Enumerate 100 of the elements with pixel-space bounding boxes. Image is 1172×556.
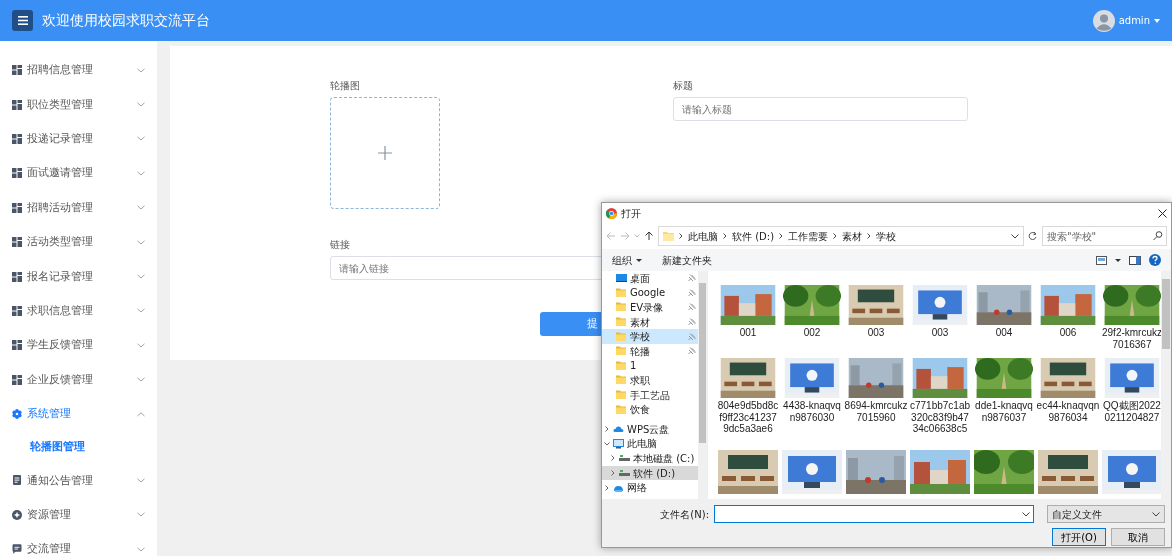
nav-item[interactable]: 此电脑 (602, 436, 698, 452)
folder-icon (616, 287, 627, 298)
file-name[interactable]: dde1-knaqvqn9876037 (972, 400, 1036, 423)
file-name[interactable]: ec44-knaqvqn9876034 (1036, 400, 1100, 423)
sidebar-item[interactable]: 资源管理 (0, 497, 157, 533)
chevron-right-icon[interactable] (610, 455, 616, 462)
nav-item[interactable]: 1 (602, 358, 698, 374)
search-icon (1153, 231, 1163, 241)
chevron-down-icon[interactable] (604, 440, 610, 447)
nav-item[interactable]: 网络 (602, 480, 698, 495)
sidebar-item[interactable]: 面试邀请管理 (0, 156, 157, 191)
chevron-right-icon (679, 233, 683, 239)
nav-item-label: 求职 (630, 373, 650, 388)
grid-icon (12, 305, 22, 316)
sidebar-item[interactable]: 报名记录管理 (0, 259, 157, 294)
chevron-right-icon (833, 233, 838, 239)
chevron-right-icon[interactable] (604, 426, 610, 433)
file-name[interactable]: 002 (780, 327, 844, 339)
dropdown-icon (1152, 511, 1160, 517)
view-icon[interactable] (1096, 255, 1107, 265)
sidebar-item[interactable]: 系统管理 (0, 396, 157, 432)
file-name[interactable]: 804e9d5bd8cf9ff23c412379dc5a3ae6 (716, 400, 780, 435)
nav-item[interactable]: 饮食 (602, 402, 698, 417)
breadcrumb-item[interactable]: 软件 (D:) (732, 228, 775, 244)
file-name-field[interactable] (714, 505, 1034, 523)
folder-icon (616, 404, 627, 415)
breadcrumb-item[interactable]: 工作需要 (788, 228, 829, 244)
nav-item[interactable]: 本地磁盘 (C:) (602, 451, 698, 466)
folder-icon (616, 360, 627, 371)
sidebar-item[interactable]: 职位类型管理 (0, 87, 157, 122)
file-type-select[interactable]: 自定义文件 (1047, 505, 1165, 523)
address-bar[interactable]: 此电脑 软件 (D:) 工作需要 素材 学校 (658, 226, 1024, 246)
file-name[interactable]: 006 (1036, 327, 1100, 339)
text-input[interactable]: 请输入标题 (673, 97, 968, 121)
file-name[interactable]: 29f2-kmrcukz7016367 (1100, 327, 1161, 350)
app-title: 欢迎使用校园求职交流平台 (42, 11, 210, 30)
file-name[interactable]: 003 (908, 327, 972, 339)
plus-icon (378, 146, 392, 160)
file-name[interactable]: 8694-kmrcukz7015960 (844, 400, 908, 423)
grid-icon (12, 168, 22, 179)
file-name[interactable]: QQ截图20220211204827 (1100, 400, 1161, 423)
breadcrumb-item[interactable]: 此电脑 (688, 228, 718, 244)
grid-icon (12, 99, 22, 110)
nav-item-label: 1 (630, 359, 637, 374)
chevron-right-icon (779, 233, 784, 239)
nav-item[interactable]: Google (602, 285, 698, 301)
preview-pane-icon[interactable] (1129, 255, 1141, 265)
chevron-right-icon[interactable] (604, 484, 610, 491)
cloud-icon (613, 424, 624, 435)
file-name[interactable]: 003 (844, 327, 908, 339)
file-name[interactable]: 001 (716, 327, 780, 339)
sidebar-item[interactable]: 通知公告管理 (0, 463, 157, 498)
dialog-title: 打开 (621, 206, 641, 221)
chevron-down-icon (137, 136, 145, 142)
nav-item-label: EV录像 (630, 301, 664, 315)
grid-icon (12, 65, 22, 76)
sidebar-item[interactable]: 交流管理 (0, 532, 157, 556)
sidebar-item[interactable]: 求职信息管理 (0, 293, 157, 329)
cancel-button[interactable]: 取消 (1111, 528, 1165, 546)
sidebar-item[interactable]: 学生反馈管理 (0, 328, 157, 363)
search-field[interactable]: 搜索"学校" (1042, 226, 1167, 246)
open-button[interactable]: 打开(O) (1052, 528, 1106, 546)
refresh-icon[interactable] (1028, 231, 1038, 241)
drive-icon (619, 468, 630, 478)
chevron-down-icon (137, 205, 145, 211)
chevron-down-icon (137, 67, 145, 73)
scrollbar[interactable] (698, 271, 707, 499)
chevron-down-icon (137, 377, 145, 383)
nav-item[interactable]: 软件 (D:) (602, 465, 698, 481)
sidebar-item[interactable]: 企业反馈管理 (0, 362, 157, 397)
nav-item[interactable]: WPS云盘 (602, 421, 698, 437)
gear-icon (12, 409, 22, 420)
file-name[interactable]: 004 (972, 327, 1036, 339)
sidebar-item[interactable]: 招聘信息管理 (0, 53, 157, 88)
sidebar-item[interactable]: 活动类型管理 (0, 224, 157, 260)
nav-item[interactable]: 轮播 (602, 343, 698, 359)
caret-icon[interactable] (1115, 258, 1121, 262)
file-name[interactable]: c771bb7c1ab320c83f9b4734c06638c5 (908, 400, 972, 435)
close-icon[interactable] (1158, 208, 1167, 218)
file-name[interactable]: 4438-knaqvqn9876030 (780, 400, 844, 423)
dropdown-icon[interactable] (1011, 233, 1019, 239)
nav-item[interactable]: 求职 (602, 373, 698, 388)
nav-item-label: 轮播 (630, 344, 650, 359)
nav-item[interactable]: EV录像 (602, 300, 698, 315)
breadcrumb-item[interactable]: 学校 (876, 228, 897, 244)
nav-item-label: 本地磁盘 (C:) (633, 451, 695, 466)
sidebar-item[interactable]: 招聘活动管理 (0, 190, 157, 225)
breadcrumb-item[interactable]: 素材 (842, 228, 863, 244)
nav-item[interactable]: 手工艺品 (602, 387, 698, 403)
help-icon[interactable] (1149, 254, 1161, 266)
folder-icon (616, 317, 627, 328)
sidebar-item[interactable]: 投递记录管理 (0, 121, 157, 157)
chevron-right-icon[interactable] (610, 470, 616, 476)
nav-item[interactable]: 学校 (602, 329, 698, 344)
chevron-down-icon (137, 102, 145, 108)
submenu-item[interactable]: 轮播图管理 (0, 431, 157, 464)
menu-icon (17, 16, 28, 25)
up-arrow-icon[interactable] (644, 231, 654, 241)
nav-item-label: 学校 (630, 330, 650, 345)
menu-button[interactable] (12, 10, 33, 31)
